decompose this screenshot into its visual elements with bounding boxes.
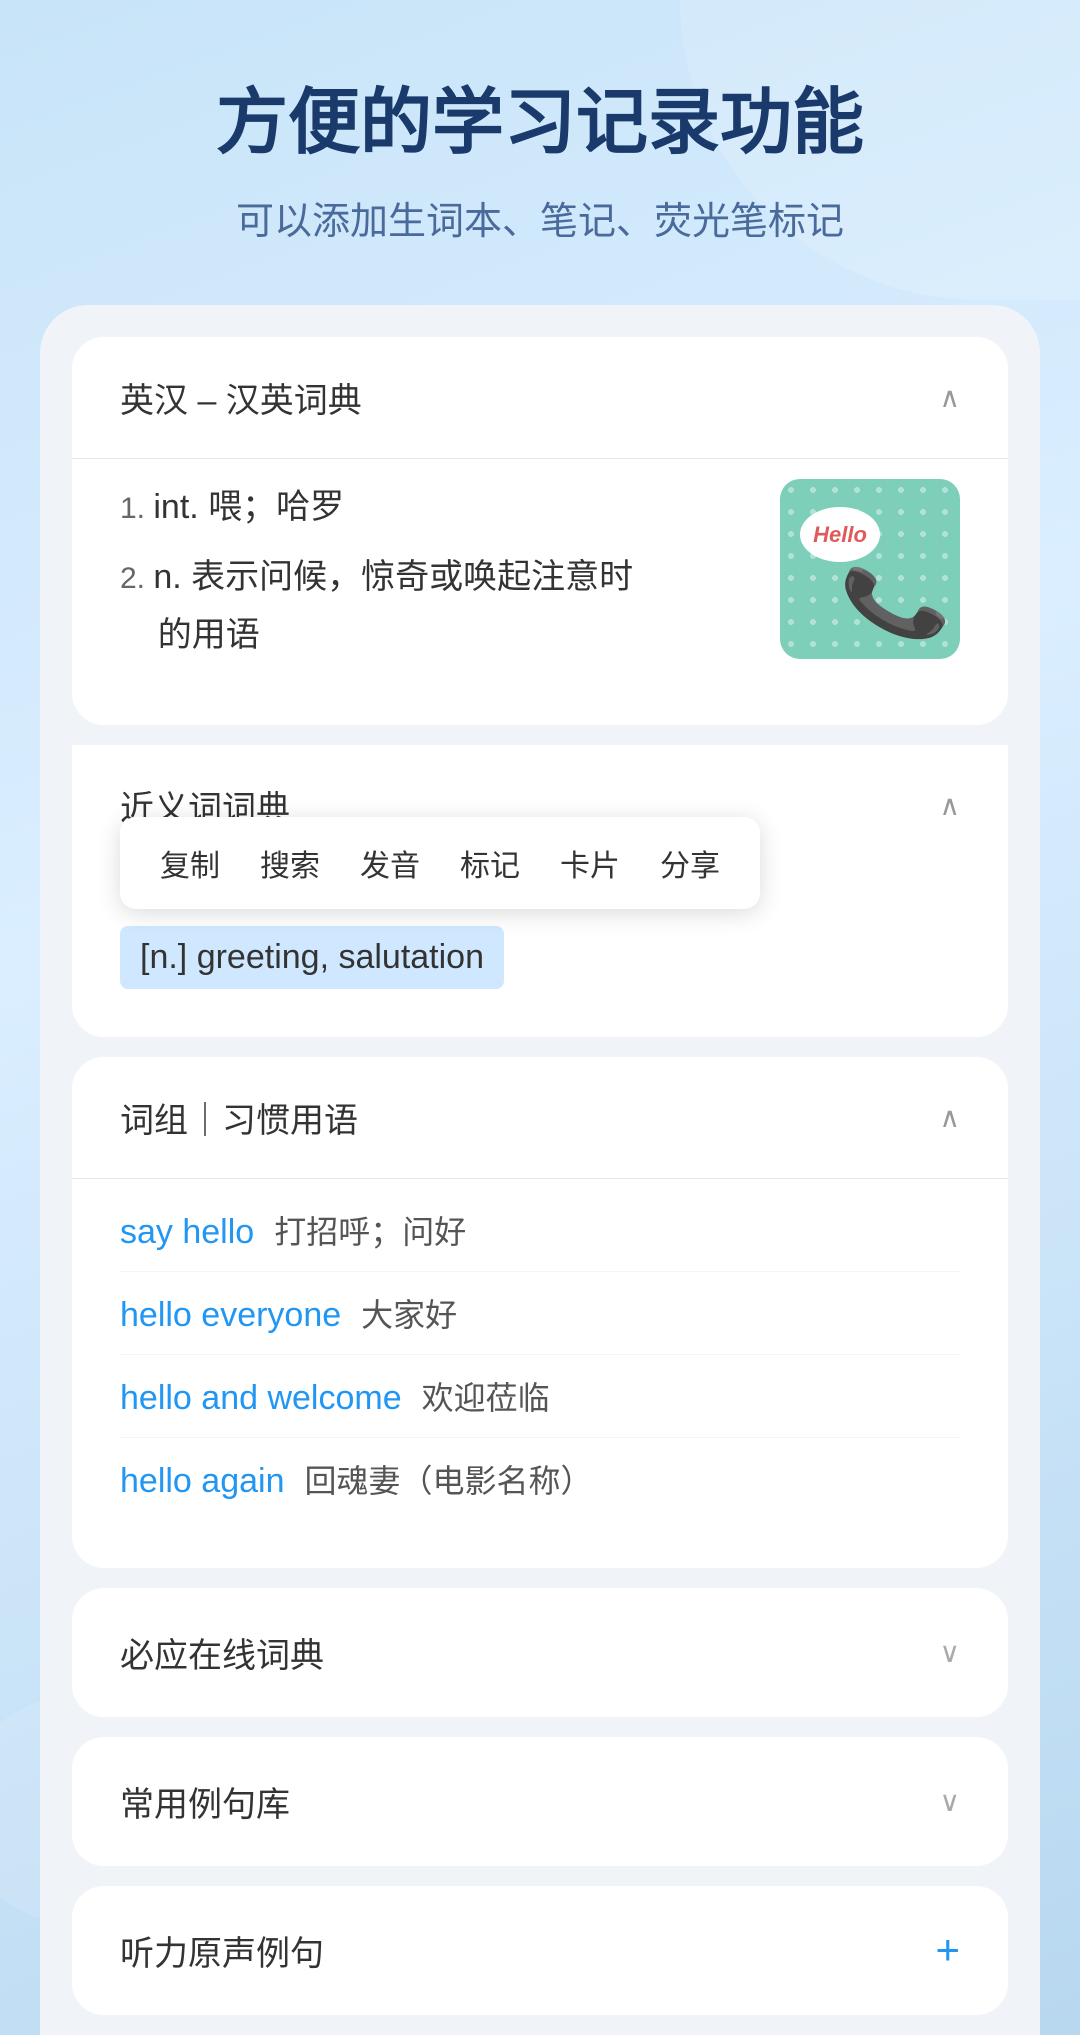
hello-speech-bubble: Hello [800, 507, 880, 562]
hello-image-card: Hello 📞 [780, 479, 960, 659]
dict-chevron-up-icon: ∧ [940, 381, 961, 414]
phrase-chinese-1: 打招呼；问好 [274, 1207, 466, 1253]
example-sentences-title: 常用例句库 [120, 1777, 290, 1826]
bing-dict-chevron-down-icon: ∨ [940, 1636, 961, 1669]
context-menu-share[interactable]: 分享 [660, 841, 720, 885]
phrase-chinese-4: 回魂妻（电影名称） [304, 1456, 592, 1502]
phrases-chevron-up-icon: ∧ [940, 1101, 961, 1134]
main-card: 英汉 – 汉英词典 ∧ 1. int. 喂；哈罗 2. n. 表示问候，惊奇或唤… [40, 305, 1040, 2034]
example-sentences-header[interactable]: 常用例句库 ∨ [72, 1737, 1008, 1866]
synonyms-chevron-up-icon: ∧ [940, 789, 961, 822]
selected-text[interactable]: [n.] greeting, salutation [120, 926, 504, 989]
phrase-item-2[interactable]: hello everyone 大家好 [120, 1272, 960, 1355]
phrase-item-3[interactable]: hello and welcome 欢迎莅临 [120, 1355, 960, 1438]
dict-definitions: 1. int. 喂；哈罗 2. n. 表示问候，惊奇或唤起注意时 的用语 [120, 479, 750, 676]
header: 方便的学习记录功能 可以添加生词本、笔记、荧光笔标记 [0, 0, 1080, 305]
context-menu-mark[interactable]: 标记 [460, 841, 520, 885]
dict-content: 1. int. 喂；哈罗 2. n. 表示问候，惊奇或唤起注意时 的用语 Hel… [72, 459, 1008, 724]
context-menu-search[interactable]: 搜索 [260, 841, 320, 885]
dict-def-number-1: 1. [120, 492, 153, 525]
dict-section-header[interactable]: 英汉 – 汉英词典 ∧ [72, 337, 1008, 458]
dict-def-type-1: int. 喂；哈罗 [153, 488, 344, 526]
phrases-section-header[interactable]: 词组｜习惯用语 ∧ [72, 1057, 1008, 1178]
header-subtitle: 可以添加生词本、笔记、荧光笔标记 [60, 190, 1020, 245]
listening-section-title: 听力原声例句 [120, 1926, 324, 1975]
dict-section-title: 英汉 – 汉英词典 [120, 373, 362, 422]
synonyms-section: 近义词词典 ∧ 复制 搜索 发音 标记 卡片 分享 [n.] greeting,… [72, 745, 1008, 1037]
context-menu-pronounce[interactable]: 发音 [360, 841, 420, 885]
bing-dict-title: 必应在线词典 [120, 1628, 324, 1677]
dict-def-number-2: 2. [120, 562, 153, 595]
listening-plus-icon[interactable]: + [935, 1926, 960, 1974]
phrase-english-1: say hello [120, 1213, 254, 1252]
bing-dict-header[interactable]: 必应在线词典 ∨ [72, 1588, 1008, 1717]
example-sentences-section: 常用例句库 ∨ [72, 1737, 1008, 1866]
listening-section-header[interactable]: 听力原声例句 + [72, 1886, 1008, 2015]
header-title: 方便的学习记录功能 [60, 80, 1020, 166]
context-menu-card[interactable]: 卡片 [560, 841, 620, 885]
phrase-item-1[interactable]: say hello 打招呼；问好 [120, 1189, 960, 1272]
phrase-english-3: hello and welcome [120, 1379, 402, 1418]
phrase-chinese-2: 大家好 [361, 1290, 457, 1336]
dict-def-2: 2. n. 表示问候，惊奇或唤起注意时 的用语 [120, 549, 750, 665]
phrase-english-2: hello everyone [120, 1296, 341, 1335]
context-menu: 复制 搜索 发音 标记 卡片 分享 [120, 817, 760, 909]
selected-text-area: [n.] greeting, salutation [72, 906, 1008, 1037]
phrases-section: 词组｜习惯用语 ∧ say hello 打招呼；问好 hello everyon… [72, 1057, 1008, 1568]
bing-dict-section: 必应在线词典 ∨ [72, 1588, 1008, 1717]
english-chinese-dict-section: 英汉 – 汉英词典 ∧ 1. int. 喂；哈罗 2. n. 表示问候，惊奇或唤… [72, 337, 1008, 724]
phrase-english-4: hello again [120, 1462, 284, 1501]
example-sentences-chevron-down-icon: ∨ [940, 1785, 961, 1818]
phrases-section-title: 词组｜习惯用语 [120, 1093, 358, 1142]
listening-section: 听力原声例句 + [72, 1886, 1008, 2015]
dict-def-1: 1. int. 喂；哈罗 [120, 479, 750, 537]
phrases-content: say hello 打招呼；问好 hello everyone 大家好 hell… [72, 1179, 1008, 1568]
dict-def-type-2: n. 表示问候，惊奇或唤起注意时 的用语 [120, 558, 633, 654]
hello-phone-icon: 📞 [835, 544, 956, 659]
context-menu-copy[interactable]: 复制 [160, 841, 220, 885]
phrase-item-4[interactable]: hello again 回魂妻（电影名称） [120, 1438, 960, 1520]
phrase-chinese-3: 欢迎莅临 [422, 1373, 550, 1419]
